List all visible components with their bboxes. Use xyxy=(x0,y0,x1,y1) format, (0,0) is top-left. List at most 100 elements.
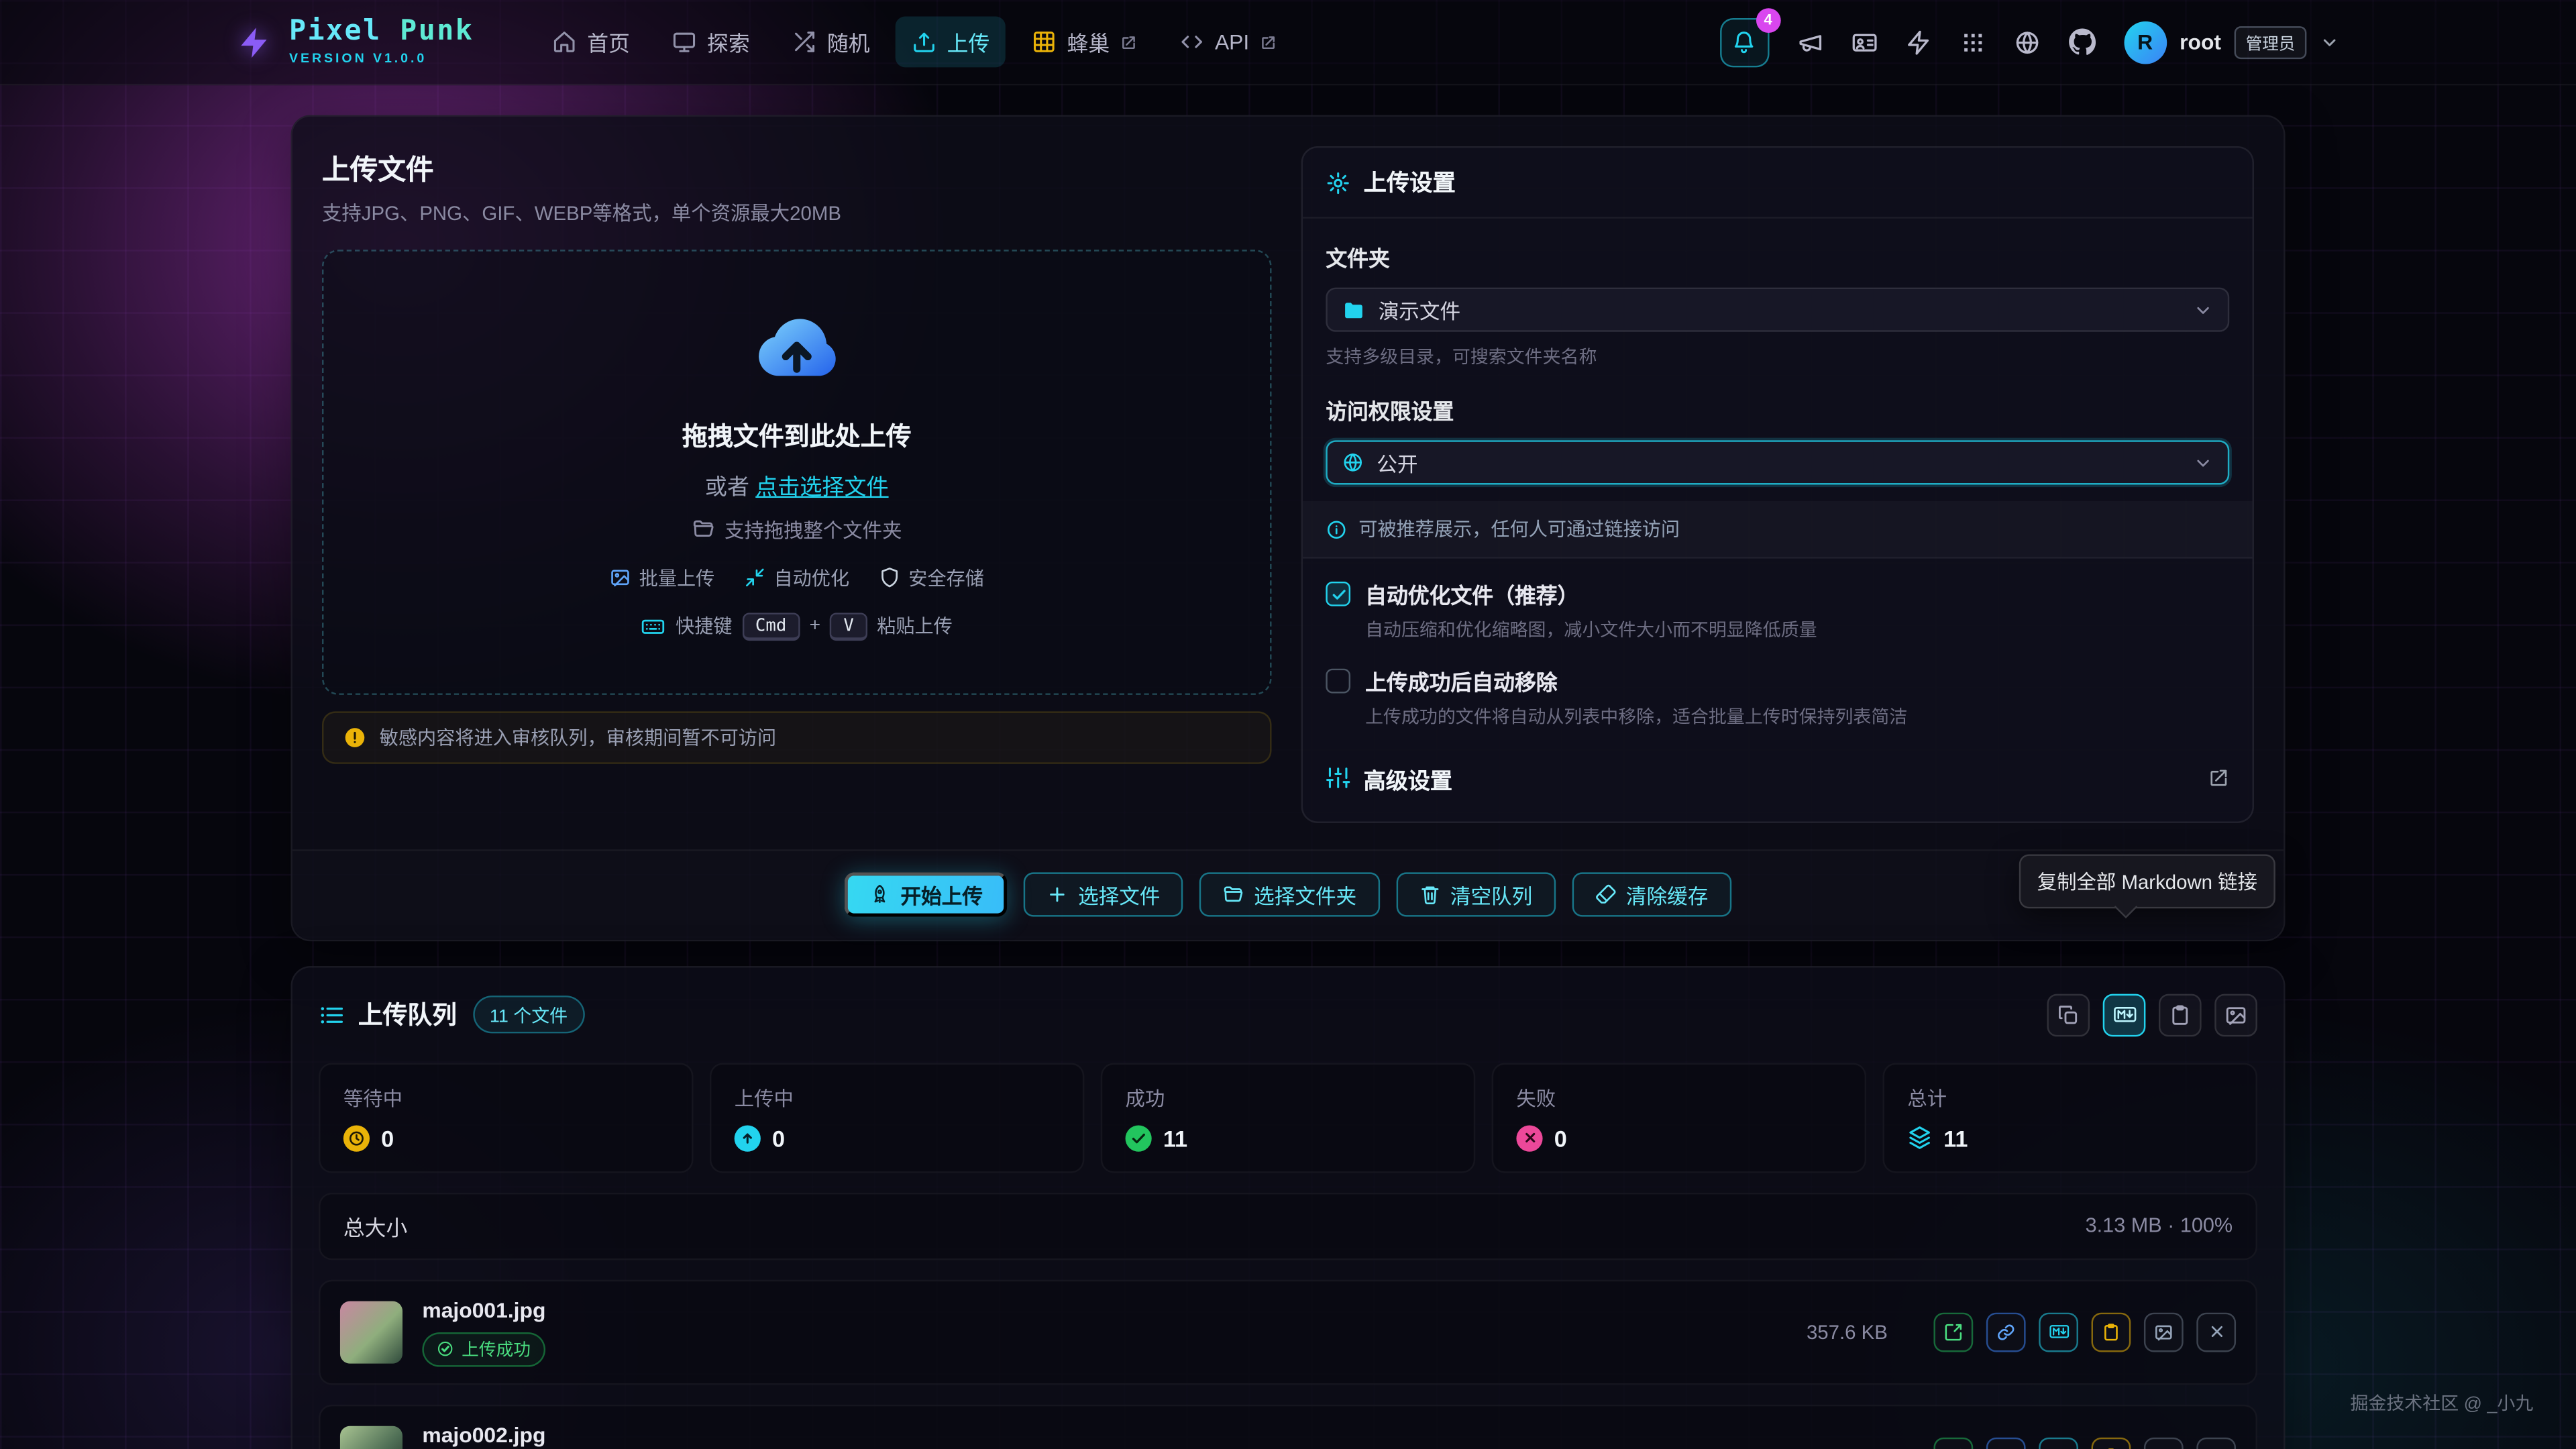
folder-field-hint: 支持多级目录，可搜索文件夹名称 xyxy=(1326,343,2229,370)
external-link-icon xyxy=(1121,34,1137,50)
advanced-settings-label: 高级设置 xyxy=(1364,762,1452,795)
nav-item-upload[interactable]: 上传 xyxy=(896,16,1006,67)
stat-value: 11 xyxy=(1163,1125,1187,1151)
announcement-button[interactable] xyxy=(1796,29,1823,55)
globe-button[interactable] xyxy=(2014,29,2040,55)
file-info: majo001.jpg 上传成功 xyxy=(422,1297,545,1366)
file-size: 464.9 KB xyxy=(1807,1446,1914,1449)
upload-subtitle: 支持JPG、PNG、GIF、WEBP等格式，单个资源最大20MB xyxy=(322,199,1272,227)
info-icon xyxy=(1326,519,1347,540)
nav-item-explore[interactable]: 探索 xyxy=(656,16,766,67)
stat-label: 失败 xyxy=(1516,1084,1841,1112)
select-files-link[interactable]: 点击选择文件 xyxy=(755,474,888,499)
preview-all-button[interactable] xyxy=(2214,994,2257,1036)
upload-area: 上传文件 支持JPG、PNG、GIF、WEBP等格式，单个资源最大20MB 拖拽… xyxy=(322,146,1272,823)
clear-queue-button[interactable]: 清空队列 xyxy=(1396,872,1556,916)
auto-remove-desc: 上传成功的文件将自动从列表中移除，适合批量上传时保持列表简洁 xyxy=(1365,706,2229,733)
stat-success: 成功 11 xyxy=(1101,1063,1475,1173)
copy-markdown-button[interactable] xyxy=(2039,1312,2078,1352)
list-icon xyxy=(319,1002,345,1028)
file-count-badge: 11 个文件 xyxy=(473,996,584,1034)
open-link-button[interactable] xyxy=(1933,1438,1973,1449)
feature-list: 批量上传 自动优化 安全存储 xyxy=(610,564,984,590)
app-root: Pixel Punk VERSION V1.0.0 首页 探索 随机 xyxy=(0,0,2576,1449)
auto-optimize-desc: 自动压缩和优化缩略图，减小文件大小而不明显降低质量 xyxy=(1365,619,2229,645)
feature-label: 自动优化 xyxy=(773,564,849,590)
clear-queue-label: 清空队列 xyxy=(1450,879,1532,910)
preview-button[interactable] xyxy=(2144,1312,2184,1352)
stat-failed: 失败 0 xyxy=(1492,1063,1866,1173)
clear-cache-button[interactable]: 清除缓存 xyxy=(1572,872,1731,916)
start-upload-button[interactable]: 开始上传 xyxy=(845,872,1007,916)
copy-link-button[interactable] xyxy=(1986,1438,2026,1449)
nav-label: 首页 xyxy=(587,26,630,58)
copy-all-markdown-button[interactable] xyxy=(2103,994,2146,1036)
open-link-button[interactable] xyxy=(1933,1312,1973,1352)
folder-open-icon xyxy=(1223,883,1244,905)
remove-file-button[interactable] xyxy=(2196,1438,2236,1449)
nav-item-random[interactable]: 随机 xyxy=(776,16,886,67)
id-card-button[interactable] xyxy=(1851,29,1877,55)
feature-optimize: 自动优化 xyxy=(744,564,849,590)
github-button[interactable] xyxy=(2068,28,2096,56)
advanced-settings-row[interactable]: 高级设置 xyxy=(1326,762,2229,795)
select-folder-label: 选择文件夹 xyxy=(1254,879,1356,910)
compress-icon xyxy=(744,567,765,588)
stat-label: 成功 xyxy=(1126,1084,1451,1112)
apps-grid-button[interactable] xyxy=(1960,29,1986,55)
option-auto-remove: 上传成功后自动移除 上传成功的文件将自动从列表中移除，适合批量上传时保持列表简洁 xyxy=(1326,665,2229,733)
page-title: 上传文件 xyxy=(322,146,1272,187)
queue-stats: 等待中 0 上传中 0 成功 xyxy=(319,1063,2257,1173)
copy-all-html-button[interactable] xyxy=(2159,994,2202,1036)
nav-item-hive[interactable]: 蜂巢 xyxy=(1016,16,1155,67)
folder-icon xyxy=(1342,298,1365,321)
main-nav: 首页 探索 随机 上传 蜂巢 xyxy=(536,16,1293,67)
zap-button[interactable] xyxy=(1905,29,1931,55)
select-files-button[interactable]: 选择文件 xyxy=(1024,872,1183,916)
x-icon xyxy=(1516,1125,1542,1151)
kbd-cmd: Cmd xyxy=(742,612,800,640)
folder-select[interactable]: 演示文件 xyxy=(1326,288,2229,332)
watermark: 掘金技术社区 @ _小九 xyxy=(2350,1390,2533,1416)
copy-link-button[interactable] xyxy=(1986,1312,2026,1352)
action-buttons-row: 开始上传 选择文件 选择文件夹 清空队列 清除缓存 xyxy=(292,849,2284,940)
nav-item-home[interactable]: 首页 xyxy=(536,16,646,67)
upload-panel: 上传文件 支持JPG、PNG、GIF、WEBP等格式，单个资源最大20MB 拖拽… xyxy=(290,115,2285,941)
notifications-button[interactable]: 4 xyxy=(1719,17,1768,66)
nav-item-api[interactable]: API xyxy=(1164,16,1293,67)
copy-html-button[interactable] xyxy=(2092,1438,2131,1449)
stat-label: 总计 xyxy=(1907,1084,2233,1112)
access-info-text: 可被推荐展示，任何人可通过链接访问 xyxy=(1358,516,1680,542)
copy-html-button[interactable] xyxy=(2092,1312,2131,1352)
chevron-down-icon xyxy=(2193,453,2212,472)
select-folder-button[interactable]: 选择文件夹 xyxy=(1199,872,1379,916)
copy-markdown-button[interactable] xyxy=(2039,1438,2078,1449)
stat-label: 等待中 xyxy=(343,1084,669,1112)
copy-all-links-button[interactable] xyxy=(2047,994,2090,1036)
external-link-icon[interactable] xyxy=(2208,768,2229,790)
queue-title: 上传队列 xyxy=(358,998,457,1032)
stat-value: 0 xyxy=(1554,1125,1567,1151)
auto-optimize-row[interactable]: 自动优化文件（推荐） xyxy=(1326,578,2229,610)
file-thumbnail[interactable] xyxy=(340,1426,402,1449)
username: root xyxy=(2180,30,2221,54)
checkbox-checked[interactable] xyxy=(1326,582,1350,606)
chevron-down-icon xyxy=(2320,32,2339,52)
file-dropzone[interactable]: 拖拽文件到此处上传 或者 点击选择文件 支持拖拽整个文件夹 xyxy=(322,250,1272,695)
start-upload-label: 开始上传 xyxy=(901,879,983,910)
queue-header: 上传队列 11 个文件 xyxy=(319,994,2257,1036)
settings-icon xyxy=(1326,170,1350,195)
file-thumbnail[interactable] xyxy=(340,1301,402,1363)
preview-button[interactable] xyxy=(2144,1438,2184,1449)
stat-waiting: 等待中 0 xyxy=(319,1063,693,1173)
status-text: 上传成功 xyxy=(462,1337,531,1362)
access-select[interactable]: 公开 xyxy=(1326,440,2229,484)
user-menu[interactable]: R root 管理员 xyxy=(2124,21,2340,64)
folder-select-value: 演示文件 xyxy=(1379,294,1460,325)
stat-label: 上传中 xyxy=(735,1084,1060,1112)
checkbox-unchecked[interactable] xyxy=(1326,669,1350,694)
clock-icon xyxy=(343,1125,370,1151)
auto-remove-row[interactable]: 上传成功后自动移除 xyxy=(1326,665,2229,697)
remove-file-button[interactable] xyxy=(2196,1312,2236,1352)
brand-logo[interactable]: Pixel Punk VERSION V1.0.0 xyxy=(237,18,474,66)
